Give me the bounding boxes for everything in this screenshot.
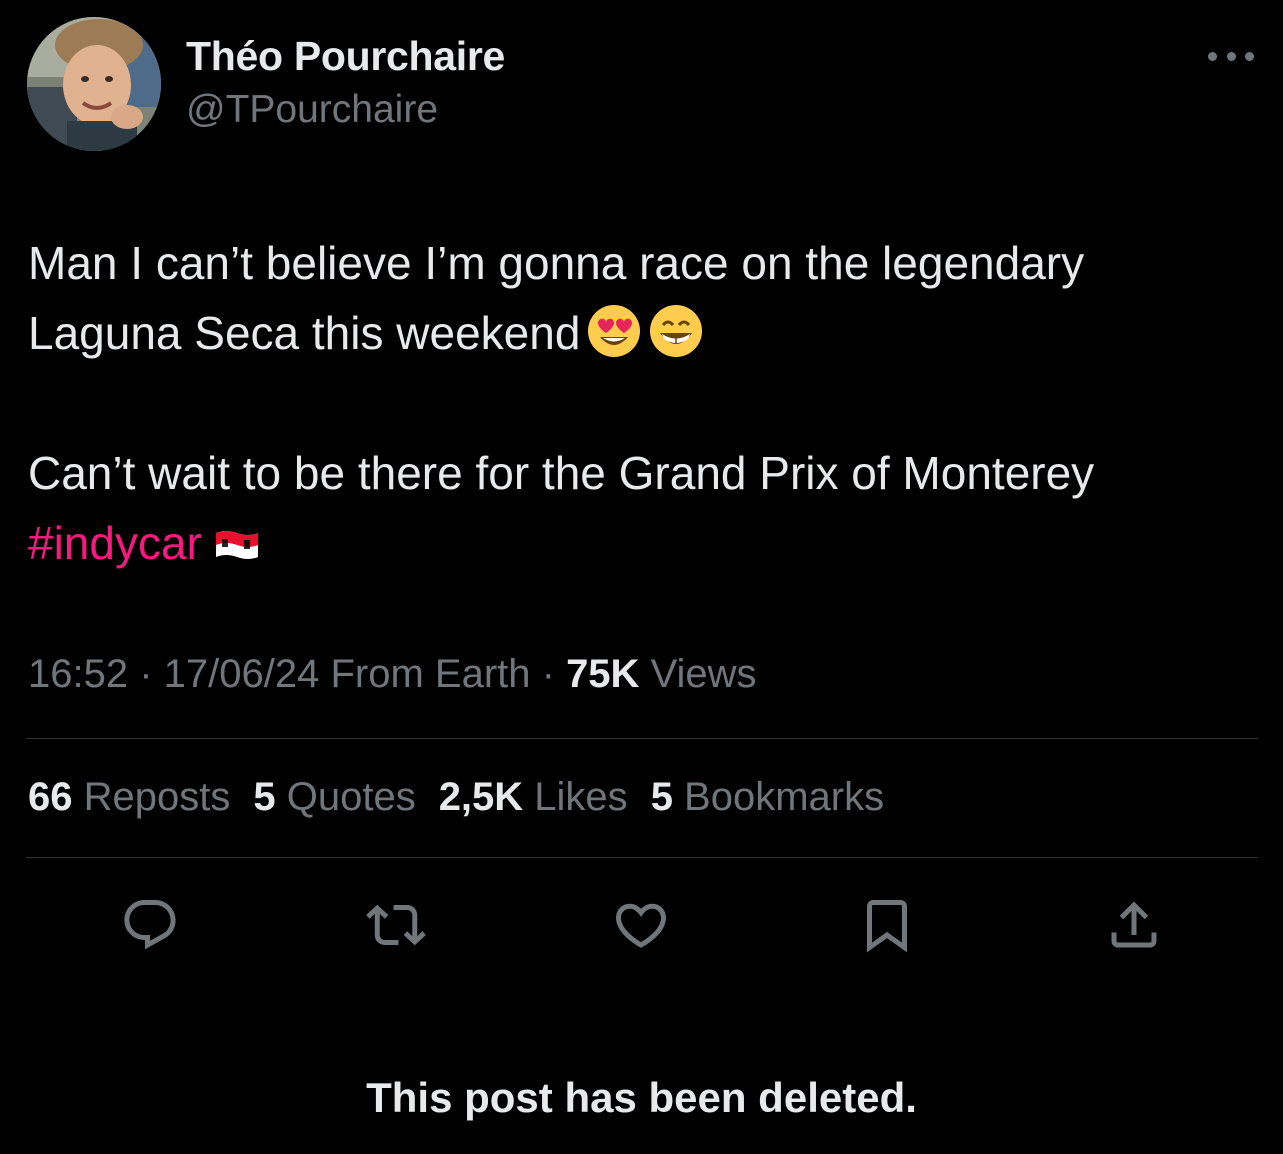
views-count: 75K: [566, 652, 640, 696]
user-handle[interactable]: @TPourchaire: [186, 88, 438, 132]
reposts-stat[interactable]: 66 Reposts: [28, 775, 230, 820]
post-time: 16:52: [28, 652, 129, 696]
likes-label: Likes: [523, 775, 628, 819]
monaco-flag-icon: [214, 529, 260, 561]
bookmark-icon: [867, 900, 907, 953]
divider: [26, 857, 1258, 858]
bookmarks-label: Bookmarks: [672, 775, 885, 819]
reply-button[interactable]: [118, 893, 182, 957]
share-button[interactable]: [1102, 893, 1166, 957]
quotes-stat[interactable]: 5 Quotes: [253, 775, 415, 820]
bookmarks-stat[interactable]: 5 Bookmarks: [651, 775, 884, 820]
grinning-face-emoji-icon: [648, 303, 704, 359]
heart-eyes-emoji-icon: [586, 303, 642, 359]
display-name[interactable]: Théo Pourchaire: [186, 33, 505, 80]
bookmarks-count: 5: [650, 775, 673, 819]
tweet-line-with-hashtag: #indycar: [28, 508, 1258, 578]
quotes-label: Quotes: [275, 775, 416, 819]
reposts-count: 66: [28, 775, 73, 819]
quotes-count: 5: [253, 775, 276, 819]
meta-separator: ·: [530, 652, 567, 696]
tweet-line: Laguna Seca this weekend: [28, 307, 581, 359]
meta-separator: ·: [128, 652, 164, 696]
tweet-line: Can’t wait to be there for the Grand Pri…: [28, 447, 1095, 499]
share-icon: [1111, 901, 1157, 948]
reply-icon: [124, 900, 176, 950]
avatar[interactable]: [27, 17, 161, 151]
like-button[interactable]: [609, 893, 673, 957]
tweet-line: Man I can’t believe I’m gonna race on th…: [28, 237, 1085, 289]
likes-stat[interactable]: 2,5K Likes: [439, 775, 628, 820]
repost-button[interactable]: [364, 893, 428, 957]
ellipsis-icon[interactable]: [1208, 40, 1254, 72]
reposts-label: Reposts: [72, 775, 231, 819]
bookmark-button[interactable]: [855, 893, 919, 957]
post-source: From Earth: [319, 652, 531, 696]
post-stats: 66 Reposts 5 Quotes 2,5K Likes 5 Bookmarks: [28, 775, 907, 820]
divider: [26, 738, 1258, 739]
deleted-notice: This post has been deleted.: [366, 1074, 917, 1121]
repost-icon: [366, 904, 426, 946]
hashtag-link[interactable]: #indycar: [28, 517, 202, 569]
post-meta: 16:52 · 17/06/24 From Earth · 75K Views: [28, 652, 757, 697]
tweet-text: Man I can’t believe I’m gonna race on th…: [28, 228, 1258, 578]
post-date: 17/06/24: [163, 652, 320, 696]
tweet-line-with-emoji: Laguna Seca this weekend: [28, 298, 1258, 368]
views-label: Views: [639, 652, 757, 696]
profile-photo: [27, 17, 161, 151]
likes-count: 2,5K: [438, 775, 524, 819]
like-icon: [615, 903, 667, 948]
